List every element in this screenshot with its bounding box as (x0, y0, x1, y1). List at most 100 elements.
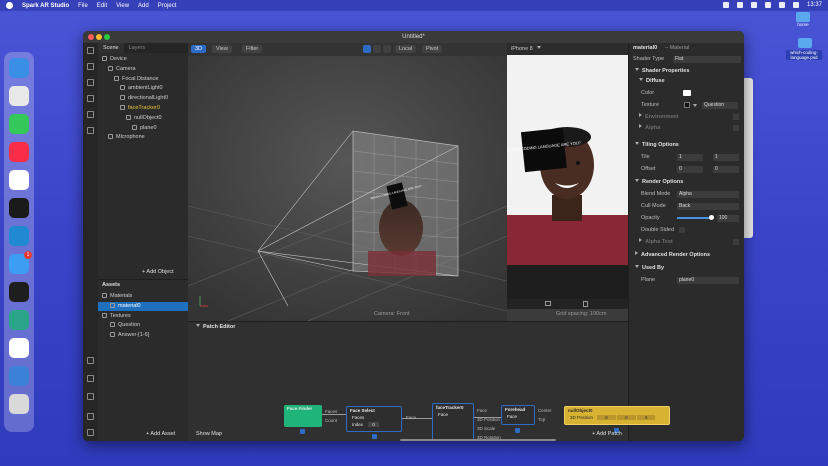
face-select-patch[interactable]: Face Select Faces Index 0 (346, 406, 402, 432)
asset-item-answer-1-6-[interactable]: Answer-[1-6] (110, 331, 149, 340)
opacity-slider-thumb[interactable] (708, 215, 714, 220)
chevron-down-icon[interactable] (537, 46, 542, 49)
shader-type-dropdown[interactable]: Flat (673, 55, 741, 63)
offset-y-input[interactable]: 0 (713, 165, 739, 173)
scene-item-nullobject0[interactable]: nullObject0 (126, 114, 162, 123)
scene-item-focal-distance[interactable]: Focal Distance (114, 75, 158, 84)
environment-checkbox[interactable] (733, 114, 739, 120)
alpha-heading[interactable]: Alpha (645, 125, 660, 131)
minimize-window-button[interactable] (96, 34, 102, 40)
face-select-index-value[interactable]: 0 (368, 422, 379, 427)
menu-file[interactable]: File (78, 3, 88, 9)
opacity-input[interactable]: 100 (717, 214, 739, 222)
slack-icon[interactable] (9, 170, 29, 190)
face-tracker-patch[interactable]: faceTracker0 Face (432, 403, 474, 441)
tab-layers[interactable]: Layers (124, 43, 151, 53)
alpha-test-heading[interactable]: Alpha Test (645, 239, 673, 245)
settings-icon[interactable] (87, 429, 94, 436)
view-mode-3d[interactable]: 3D (191, 45, 207, 53)
vscode-icon[interactable] (9, 226, 29, 246)
messages-icon[interactable] (9, 114, 29, 134)
null-object-in-position[interactable]: 3D Position (570, 415, 593, 420)
menu-app-name[interactable]: Spark AR Studio (22, 3, 69, 9)
pivot-toggle[interactable]: Pivot (422, 45, 443, 53)
chrome-icon[interactable] (9, 86, 29, 106)
forehead-patch[interactable]: Forehead Face (501, 405, 535, 425)
music-icon[interactable] (9, 142, 29, 162)
used-by-heading[interactable]: Used By (642, 265, 664, 271)
chevron-down-icon[interactable] (693, 104, 697, 107)
null-object-y[interactable]: 0 (617, 415, 636, 420)
face-finder-patch[interactable]: Face Finder (284, 405, 322, 427)
rotate-tool[interactable] (373, 45, 381, 53)
terminal-icon[interactable] (9, 198, 29, 218)
close-window-button[interactable] (88, 34, 94, 40)
move-tool[interactable] (363, 45, 371, 53)
tab-scene[interactable]: Scene (98, 43, 124, 53)
face-select-out-face[interactable]: Face (406, 415, 416, 420)
patch-scrollbar[interactable] (400, 439, 556, 441)
chevron-down-icon[interactable] (635, 68, 639, 71)
face-select-in-faces[interactable]: Faces (347, 414, 401, 421)
asset-item-question[interactable]: Question (110, 321, 140, 330)
blend-mode-dropdown[interactable]: Alpha (677, 190, 739, 198)
device-dropdown[interactable]: iPhone 8 (511, 46, 533, 52)
null-object-patch[interactable]: nullObject0 3D Position 0 0 0 (564, 406, 670, 425)
zoom-window-button[interactable] (104, 34, 110, 40)
local-toggle[interactable]: Local (395, 45, 417, 53)
color-swatch[interactable] (683, 90, 691, 96)
chevron-right-icon[interactable] (639, 113, 642, 117)
help-icon[interactable] (87, 413, 94, 420)
face-tracker-in-face[interactable]: Face (433, 411, 473, 418)
menu-edit[interactable]: Edit (97, 3, 107, 9)
wifi-icon[interactable] (764, 2, 771, 8)
layers-icon[interactable] (87, 79, 94, 86)
asset-item-material0[interactable]: material0 (110, 302, 141, 311)
forehead-in-face[interactable]: Face (502, 413, 534, 420)
double-sided-checkbox[interactable] (679, 227, 685, 233)
scene-item-device[interactable]: Device (102, 55, 127, 64)
spark-icon[interactable] (9, 310, 29, 330)
finder-icon[interactable] (9, 58, 29, 78)
scene-item-camera[interactable]: Camera (108, 65, 136, 74)
upload-icon[interactable] (87, 393, 94, 400)
offset-x-input[interactable]: 0 (677, 165, 703, 173)
asset-item-textures[interactable]: Textures (102, 312, 131, 321)
texture-thumbnail[interactable] (684, 102, 690, 108)
rocket-icon[interactable] (9, 338, 29, 358)
chevron-right-icon[interactable] (639, 124, 642, 128)
figma-icon[interactable] (9, 282, 29, 302)
tile-y-input[interactable]: 1 (713, 153, 739, 161)
share-icon[interactable] (87, 375, 94, 382)
tile-x-input[interactable]: 1 (677, 153, 703, 161)
shader-properties-heading[interactable]: Shader Properties (642, 68, 689, 74)
diffuse-heading[interactable]: Diffuse (646, 78, 665, 84)
alpha-test-checkbox[interactable] (733, 239, 739, 245)
add-patch-button[interactable]: + Add Patch (592, 431, 622, 437)
face-finder-out-faces[interactable]: Faces (325, 409, 337, 414)
clock[interactable]: 13:37 (807, 2, 822, 8)
tiling-heading[interactable]: Tiling Options (642, 142, 679, 148)
chevron-right-icon[interactable] (635, 251, 638, 255)
scene-item-plane0[interactable]: plane0 (132, 124, 157, 133)
chevron-down-icon[interactable] (635, 179, 639, 182)
forehead-out-center[interactable]: Center (538, 408, 552, 413)
scene-item-facetracker0[interactable]: faceTracker0 (120, 104, 160, 113)
render-options-heading[interactable]: Render Options (642, 179, 683, 185)
face-select-in-index[interactable]: Index (352, 422, 363, 427)
touch-icon[interactable] (583, 301, 588, 307)
cull-mode-dropdown[interactable]: Back (677, 202, 739, 210)
control-center-icon[interactable] (792, 2, 799, 8)
chevron-down-icon[interactable] (639, 78, 643, 81)
status-icon-2[interactable] (736, 2, 743, 8)
scale-tool[interactable] (383, 45, 391, 53)
camera-switch-icon[interactable] (545, 301, 551, 306)
plane-link[interactable]: plane0 (677, 276, 739, 284)
asset-item-materials[interactable]: Materials (102, 292, 132, 301)
face-finder-out-count[interactable]: Count (325, 418, 337, 423)
scene-item-directionallight0[interactable]: directionalLight0 (120, 94, 168, 103)
environment-heading[interactable]: Environment (645, 114, 679, 120)
forehead-out-top[interactable]: Top (538, 417, 545, 422)
device-preview[interactable]: iPhone 8 WHICH CODING LANGUAGE ARE YOU? (507, 43, 628, 309)
search-icon[interactable] (778, 2, 785, 8)
